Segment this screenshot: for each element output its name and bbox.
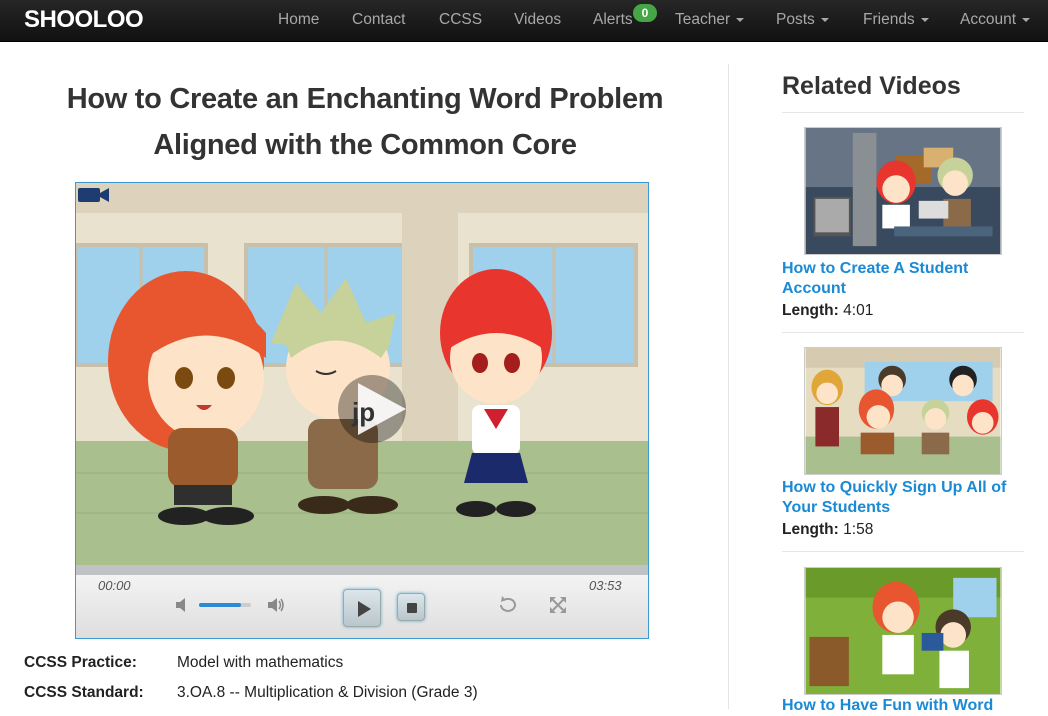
brand-logo[interactable]: SHOOLOO: [24, 6, 144, 34]
related-video-title-line1: How to Quickly Sign Up All of: [782, 479, 1007, 496]
related-video-title-line2: Your Students: [782, 499, 891, 516]
related-video-thumbnail[interactable]: [804, 567, 1002, 695]
alerts-count-badge: 0: [633, 4, 657, 22]
chevron-down-icon: [820, 17, 829, 22]
related-video-link[interactable]: How to Have Fun with Word: [782, 696, 1032, 716]
ccss-practice-value: Model with mathematics: [177, 654, 344, 671]
video-camera-icon: [78, 188, 109, 202]
related-video-length: Length: 1:58: [782, 521, 873, 539]
video-frame[interactable]: jp: [76, 183, 648, 565]
sidebar-divider: [782, 551, 1024, 552]
fullscreen-icon[interactable]: [548, 595, 568, 615]
related-video-title-line1: How to Have Fun with Word: [782, 697, 994, 714]
page-title-line2: Aligned with the Common Core: [153, 129, 577, 161]
nav-ccss[interactable]: CCSS: [439, 11, 482, 29]
ccss-practice-label: CCSS Practice:: [24, 654, 137, 671]
page-title-line1: How to Create an Enchanting Word Problem: [66, 83, 664, 115]
related-video-length: Length: 4:01: [782, 302, 873, 320]
nav-videos[interactable]: Videos: [514, 11, 561, 29]
nav-account-label: Account: [960, 11, 1017, 28]
video-progress-bar[interactable]: [76, 565, 648, 575]
nav-teacher-dropdown[interactable]: Teacher: [675, 11, 745, 29]
length-value: 4:01: [843, 302, 874, 319]
volume-slider[interactable]: [199, 603, 251, 607]
volume-fill: [199, 603, 241, 607]
chevron-down-icon: [920, 17, 929, 22]
play-button[interactable]: [343, 589, 381, 627]
related-videos-title: Related Videos: [782, 72, 961, 100]
ccss-standard-value: 3.OA.8 -- Multiplication & Division (Gra…: [177, 684, 478, 701]
nav-account-dropdown[interactable]: Account: [960, 11, 1031, 29]
player-controls: 00:00 03:53: [76, 575, 648, 638]
sidebar-divider: [782, 112, 1024, 113]
video-player[interactable]: jp 00:00 03:53: [75, 182, 649, 639]
related-video-title-line1: How to Create A Student: [782, 260, 969, 277]
related-video-link[interactable]: How to Create A Student Account: [782, 259, 1032, 299]
related-video-thumbnail[interactable]: [804, 127, 1002, 255]
stop-icon: [407, 603, 417, 613]
nav-home[interactable]: Home: [278, 11, 319, 29]
nav-posts-label: Posts: [776, 11, 815, 28]
nav-friends-dropdown[interactable]: Friends: [863, 11, 929, 29]
length-label: Length:: [782, 521, 839, 538]
length-value: 1:58: [843, 521, 874, 538]
related-video-link[interactable]: How to Quickly Sign Up All of Your Stude…: [782, 478, 1032, 518]
play-icon: [358, 601, 371, 617]
nav-contact[interactable]: Contact: [352, 11, 405, 29]
column-divider: [728, 64, 729, 709]
current-time: 00:00: [98, 578, 131, 593]
nav-teacher-label: Teacher: [675, 11, 731, 28]
chevron-down-icon: [1022, 17, 1031, 22]
volume-high-icon[interactable]: [266, 596, 286, 614]
page-title: How to Create an Enchanting Word Problem…: [40, 76, 690, 168]
volume-low-icon[interactable]: [174, 597, 190, 613]
related-video-title-line2: Account: [782, 280, 846, 297]
nav-friends-label: Friends: [863, 11, 915, 28]
top-navbar: SHOOLOO Home Contact CCSS Videos Alerts …: [0, 0, 1048, 42]
sidebar-divider: [782, 332, 1024, 333]
replay-icon[interactable]: [497, 595, 519, 615]
related-video-thumbnail[interactable]: [804, 347, 1002, 475]
video-watermark: jp: [351, 397, 375, 427]
ccss-standard-label: CCSS Standard:: [24, 684, 144, 701]
total-time: 03:53: [589, 578, 622, 593]
nav-alerts[interactable]: Alerts: [593, 11, 633, 29]
length-label: Length:: [782, 302, 839, 319]
chevron-down-icon: [736, 17, 745, 22]
nav-posts-dropdown[interactable]: Posts: [776, 11, 829, 29]
stop-button[interactable]: [397, 593, 425, 621]
